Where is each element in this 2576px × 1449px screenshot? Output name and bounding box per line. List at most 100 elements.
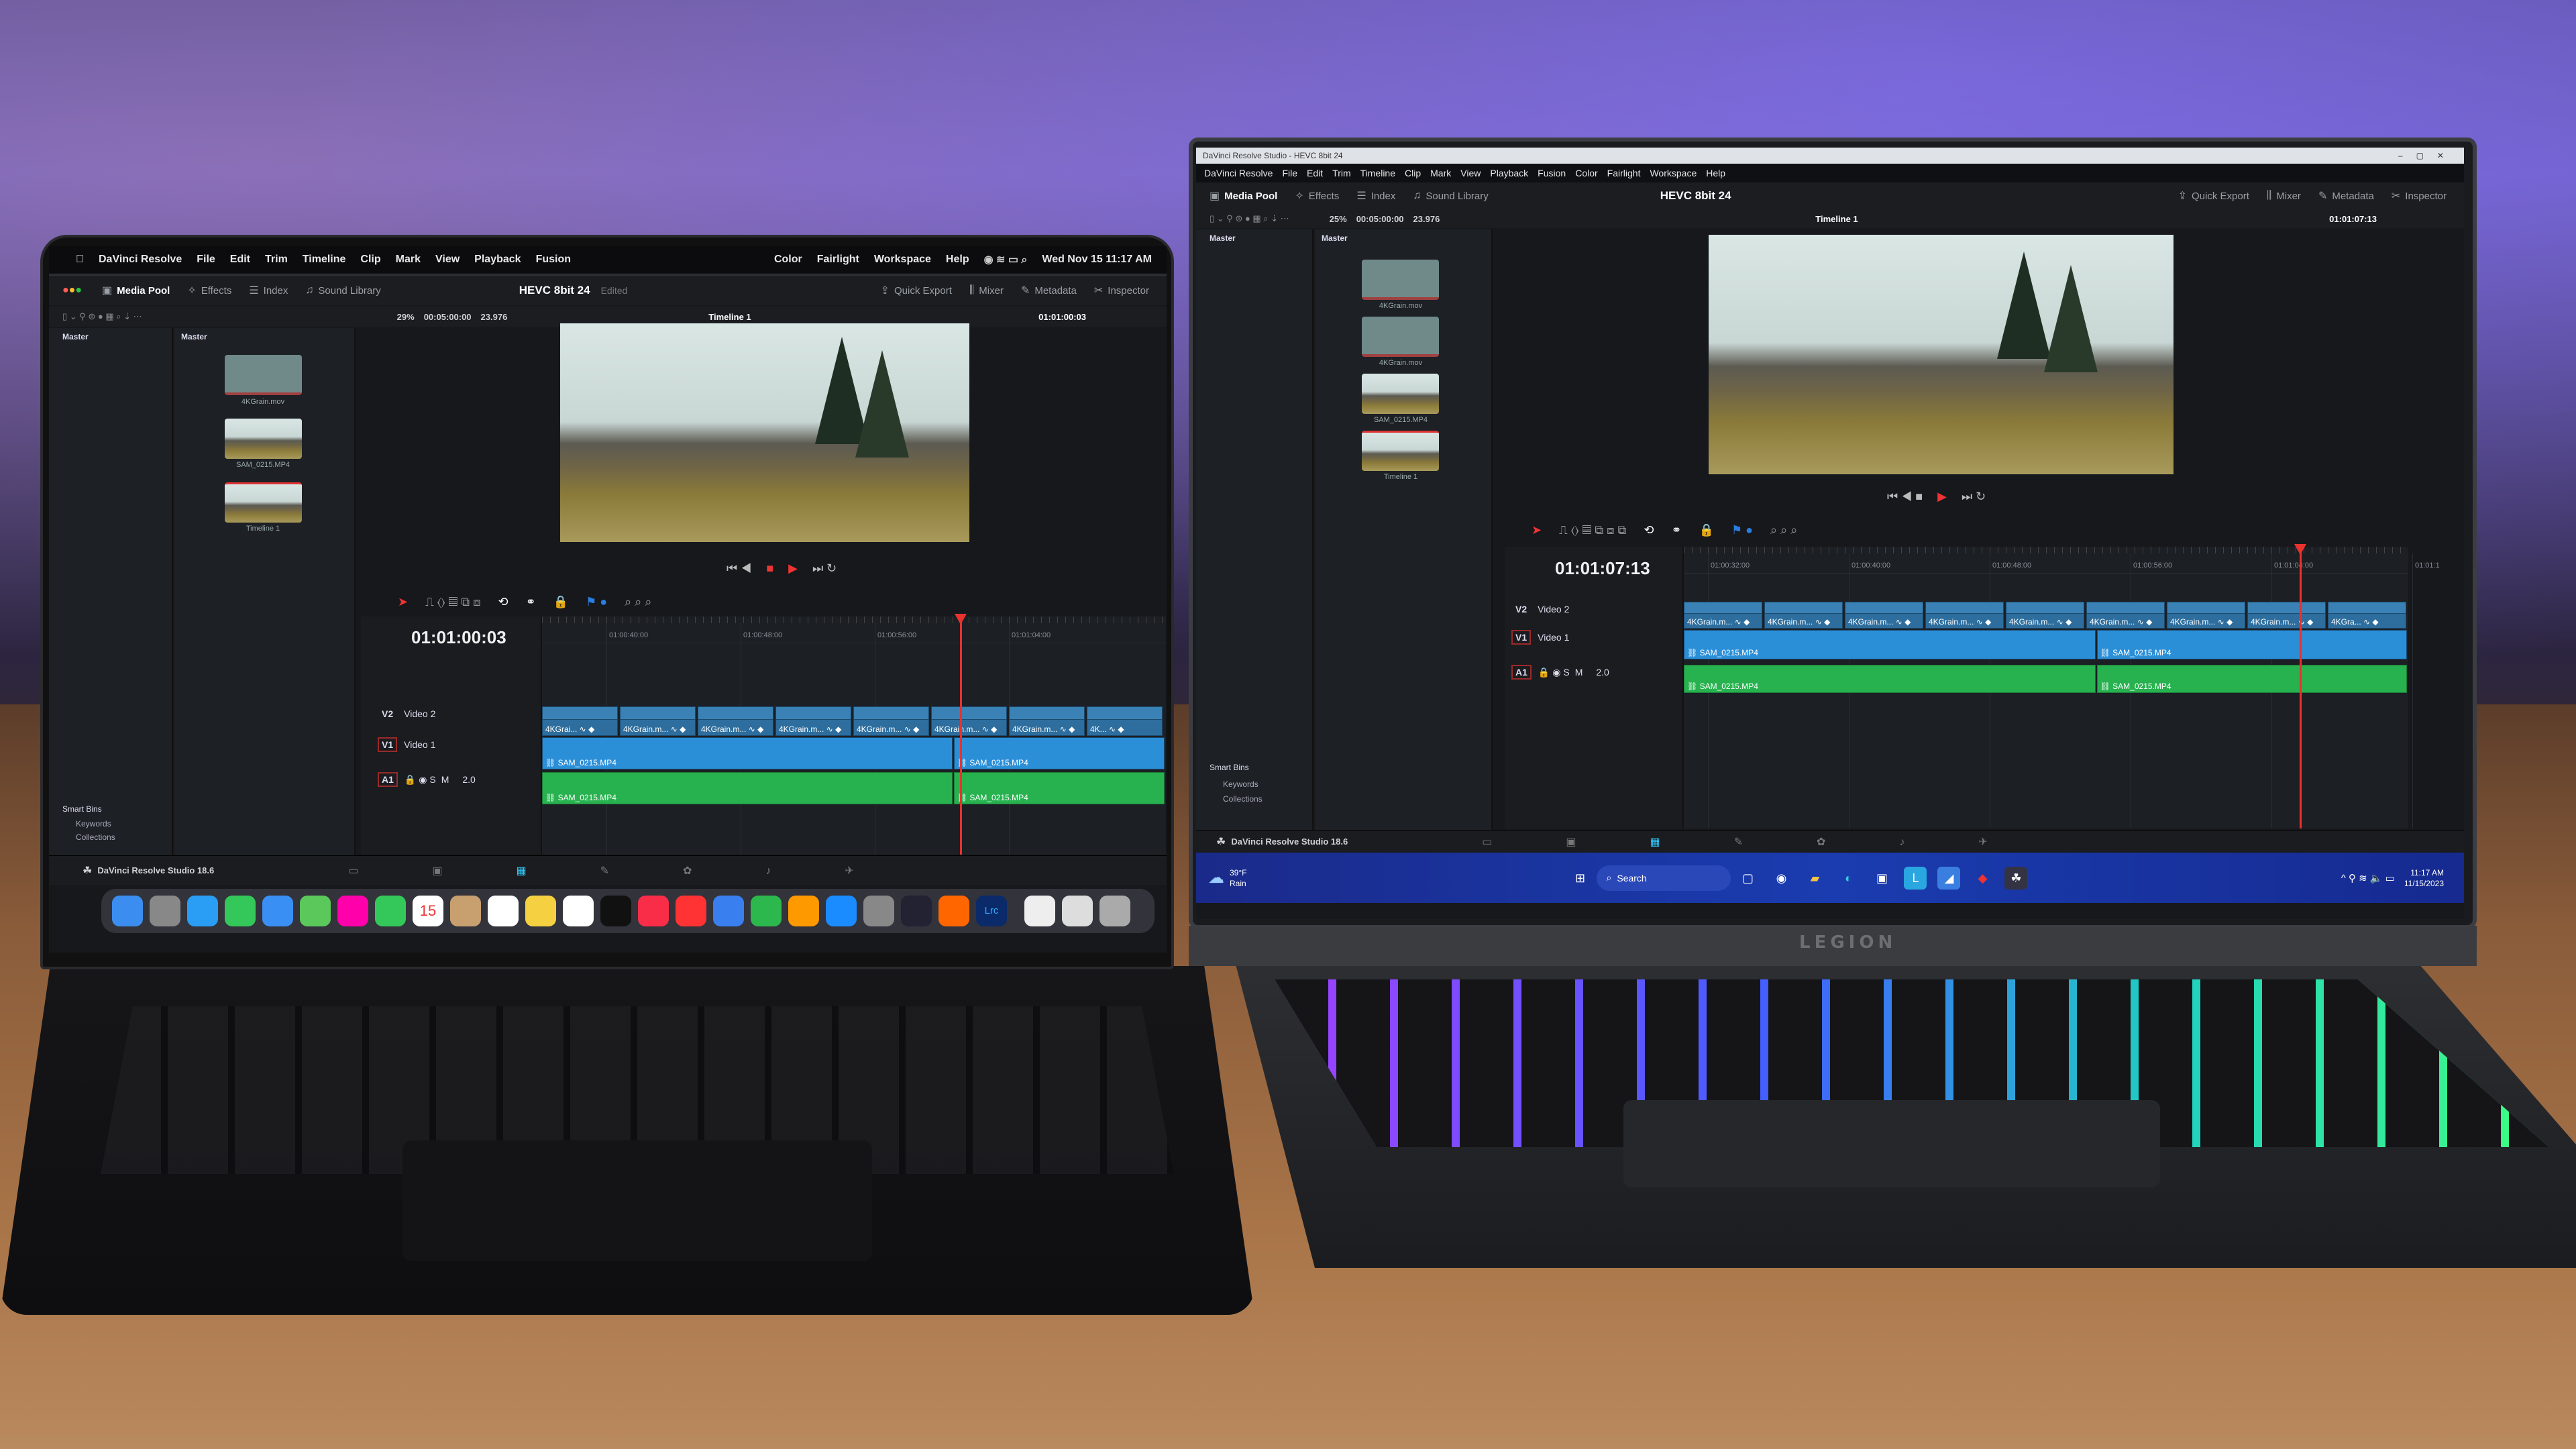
mail-icon[interactable]: [262, 896, 293, 926]
smart-bin-collections[interactable]: Collections: [76, 833, 115, 842]
maps-icon[interactable]: [300, 896, 331, 926]
snap-icon[interactable]: ⟲: [1644, 523, 1654, 537]
facetime-icon[interactable]: [375, 896, 406, 926]
app-icon[interactable]: ◢: [1937, 866, 1961, 890]
transport-controls[interactable]: ⏮ ◀ ■ ▶ ⏭ ↻: [727, 561, 837, 576]
inspector-button[interactable]: ✂ Inspector: [1094, 284, 1149, 297]
edit-toolbar[interactable]: ➤ ⎍ ⟨⟩ ▤ ⧉ ⧈ ⧉ ⟲ ⚭ 🔒 ⚑ ● ⌕ ⌕ ⌕: [1532, 520, 1797, 540]
smart-bin-keywords[interactable]: Keywords: [1223, 780, 1258, 789]
news-icon[interactable]: [676, 896, 706, 926]
effects-button[interactable]: ✧ Effects: [187, 284, 231, 297]
mcafee-icon[interactable]: ◆: [1971, 867, 1994, 890]
track-id-badge[interactable]: V2: [378, 706, 397, 721]
menu-item[interactable]: File: [1282, 168, 1297, 178]
media-thumb-sam0215[interactable]: [225, 419, 302, 459]
timeline-name[interactable]: Timeline 1: [1815, 214, 1858, 224]
timeline-clip-v2[interactable]: 4KGrain.m... ∿ ◆: [2167, 602, 2245, 629]
lightroom-icon[interactable]: Lrc: [976, 896, 1007, 926]
lock-icon[interactable]: 🔒 ◉: [1538, 667, 1563, 678]
edge-icon[interactable]: ◐: [1837, 867, 1860, 890]
inspector-button[interactable]: ✂ Inspector: [2392, 189, 2447, 203]
davinci-icon[interactable]: [901, 896, 932, 926]
bin-master[interactable]: Master: [1210, 233, 1236, 243]
menu-item[interactable]: Fusion: [536, 254, 571, 266]
media-thumb-4kgrain[interactable]: [1362, 260, 1439, 300]
timeline-clip-v2[interactable]: 4KGrain.m... ∿ ◆: [1845, 602, 1923, 629]
legion-app-icon[interactable]: L: [1904, 866, 1927, 890]
sound-library-button[interactable]: ♫ Sound Library: [1413, 190, 1488, 202]
media-thumb-4kgrain-2[interactable]: [1362, 317, 1439, 357]
taskbar-clock[interactable]: 11:17 AM 11/15/2023: [2404, 867, 2444, 889]
timeline-area[interactable]: 01:00:32:0001:00:40:0001:00:48:0001:00:5…: [1684, 544, 2440, 828]
safari-icon[interactable]: [187, 896, 218, 926]
solo-button[interactable]: S: [429, 774, 435, 785]
timeline-clip-v2[interactable]: 4KGrain.m... ∿ ◆: [1009, 706, 1085, 736]
files-icon[interactable]: [1062, 896, 1093, 926]
zoom-level[interactable]: 25%: [1330, 214, 1347, 224]
panel-toggle-icon[interactable]: ▯ ⌄ ⚲ ⊜ ● ▦ ⌕ ⇣ ⋯: [1210, 213, 1289, 224]
keynote-icon[interactable]: [713, 896, 744, 926]
track-header-a1[interactable]: A1 🔒 ◉ S M 2.0: [378, 772, 476, 787]
launchpad-icon[interactable]: [150, 896, 180, 926]
timeline-clip-a1[interactable]: ⛓ SAM_0215.MP4: [953, 772, 1165, 804]
lock-icon[interactable]: 🔒 ◉: [405, 774, 429, 785]
task-view-icon[interactable]: ▢: [1736, 867, 1759, 890]
selection-tool-icon[interactable]: ➤: [398, 595, 408, 609]
reminders-icon[interactable]: [488, 896, 519, 926]
selection-tool-icon[interactable]: ➤: [1532, 523, 1542, 537]
menu-item[interactable]: File: [197, 254, 215, 266]
menu-item[interactable]: Workspace: [1650, 168, 1697, 178]
transport-controls[interactable]: ⏮ ◀ ■ ▶ ⏭ ↻: [1887, 490, 1986, 504]
solo-button[interactable]: S: [1563, 667, 1569, 678]
timeline-clip-v2[interactable]: 4KGrain.m... ∿ ◆: [931, 706, 1007, 736]
index-button[interactable]: ☰ Index: [249, 284, 288, 297]
edit-toolbar[interactable]: ➤ ⎍ ⟨⟩ ▤ ⧉ ⧈ ⟲ ⚭ 🔒 ⚑ ● ⌕ ⌕ ⌕: [398, 592, 651, 612]
mute-button[interactable]: M: [441, 774, 449, 785]
timeline-ruler[interactable]: [542, 616, 1166, 643]
menu-item[interactable]: Color: [774, 254, 802, 266]
numbers-icon[interactable]: [751, 896, 782, 926]
timeline-clip-v2[interactable]: 4KGrain.m... ∿ ◆: [698, 706, 773, 736]
menu-item[interactable]: Timeline: [303, 254, 346, 266]
mixer-button[interactable]: ⫼ Mixer: [969, 284, 1004, 297]
tv-icon[interactable]: [600, 896, 631, 926]
menu-item[interactable]: Mark: [396, 254, 421, 266]
smart-bin-keywords[interactable]: Keywords: [76, 819, 111, 828]
page-tabs[interactable]: ▭▣▦✎✿♪✈: [1482, 835, 2061, 849]
trash-icon[interactable]: [1099, 896, 1130, 926]
menu-item[interactable]: Edit: [1307, 168, 1323, 178]
mixer-button[interactable]: ⫼ Mixer: [2267, 190, 2301, 202]
sound-library-button[interactable]: ♫ Sound Library: [305, 284, 380, 297]
timeline-clip-v1[interactable]: ⛓ SAM_0215.MP4: [2096, 630, 2407, 659]
media-pool-button[interactable]: ▣ Media Pool: [1210, 189, 1277, 203]
track-id-badge[interactable]: A1: [1511, 665, 1532, 680]
track-id-badge[interactable]: A1: [378, 772, 398, 787]
media-thumb-sam0215[interactable]: [1362, 374, 1439, 414]
finder-icon[interactable]: [112, 896, 143, 926]
menu-item[interactable]: Clip: [1405, 168, 1421, 178]
timeline-clip-v1[interactable]: ⛓ SAM_0215.MP4: [953, 737, 1165, 769]
timeline-clip-v2[interactable]: 4KGrain.m... ∿ ◆: [620, 706, 696, 736]
file-explorer-icon[interactable]: ▰: [1803, 867, 1826, 890]
mute-button[interactable]: M: [1575, 667, 1583, 678]
taskbar-search[interactable]: ⌕ Search: [1597, 865, 1731, 891]
start-button[interactable]: ⊞: [1568, 867, 1591, 890]
snap-icon[interactable]: ⟲: [498, 595, 508, 609]
blender-icon[interactable]: [938, 896, 969, 926]
menu-item[interactable]: Timeline: [1360, 168, 1395, 178]
smart-bin-collections[interactable]: Collections: [1223, 794, 1263, 804]
menu-item[interactable]: Clip: [360, 254, 380, 266]
timeline-clip-v2[interactable]: 4KGrain.m... ∿ ◆: [1764, 602, 1843, 629]
menu-item[interactable]: View: [1460, 168, 1481, 178]
freeform-icon[interactable]: [563, 896, 594, 926]
timeline-clip-v2[interactable]: 4KGrain.m... ∿ ◆: [2006, 602, 2084, 629]
calendar-icon[interactable]: 15: [413, 896, 443, 926]
music-icon[interactable]: [638, 896, 669, 926]
timeline-clip-v2[interactable]: 4KGrain.m... ∿ ◆: [2247, 602, 2326, 629]
track-header-a1[interactable]: A1 🔒 ◉ S M 2.0: [1511, 665, 1609, 680]
link-icon[interactable]: ⚭: [1672, 523, 1682, 537]
menu-item[interactable]: Color: [1575, 168, 1597, 178]
timeline-clip-v2[interactable]: 4KGrain.m... ∿ ◆: [775, 706, 851, 736]
timeline-clip-a1[interactable]: ⛓ SAM_0215.MP4: [2096, 665, 2407, 693]
index-button[interactable]: ☰ Index: [1356, 189, 1395, 203]
